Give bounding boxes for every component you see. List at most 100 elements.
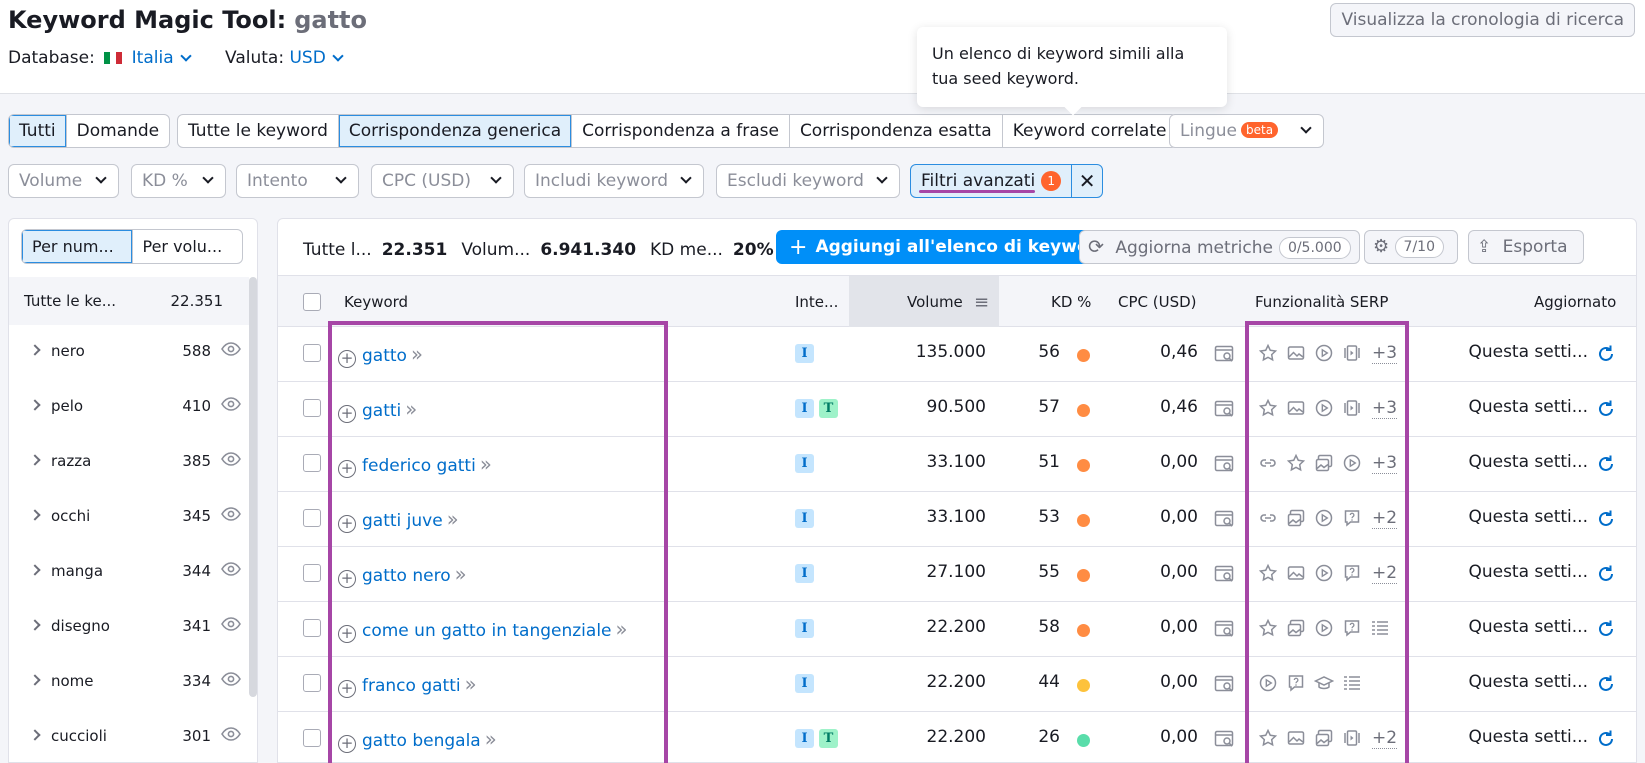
more-features-link[interactable]: +3 xyxy=(1372,453,1398,474)
tab-questions[interactable]: Domande xyxy=(67,115,169,147)
sort-icon[interactable]: ≡ xyxy=(974,292,989,313)
chevron-right-icon[interactable] xyxy=(29,729,41,741)
sidebar-group-item[interactable]: manga 344 xyxy=(9,545,249,600)
serp-preview-icon[interactable] xyxy=(1214,399,1236,419)
columns-settings-button[interactable]: ⚙ 7/10 xyxy=(1364,230,1458,264)
eye-icon[interactable] xyxy=(221,562,241,576)
header-serp-features[interactable]: Funzionalità SERP xyxy=(1255,293,1388,311)
serp-preview-icon[interactable] xyxy=(1214,674,1236,694)
sidebar-group-item[interactable]: nome 334 xyxy=(9,655,249,710)
tab-broad-match[interactable]: Corrispondenza generica xyxy=(338,115,573,147)
serp-preview-icon[interactable] xyxy=(1214,564,1236,584)
sidebar-group-item[interactable]: nero 588 xyxy=(9,325,249,380)
add-circle-icon[interactable]: + xyxy=(338,515,356,533)
add-circle-icon[interactable]: + xyxy=(338,405,356,423)
row-checkbox[interactable] xyxy=(303,344,321,362)
serp-preview-icon[interactable] xyxy=(1214,729,1236,749)
serp-preview-icon[interactable] xyxy=(1214,344,1236,364)
add-circle-icon[interactable]: + xyxy=(338,350,356,368)
chevron-right-icon[interactable] xyxy=(29,564,41,576)
sidebar-group-item[interactable]: occhi 345 xyxy=(9,490,249,545)
keyword-link[interactable]: + gatti ›› xyxy=(338,397,417,423)
chevron-right-icon[interactable] xyxy=(29,454,41,466)
more-features-link[interactable]: +3 xyxy=(1372,398,1398,419)
eye-icon[interactable] xyxy=(221,727,241,741)
tab-all-keywords[interactable]: Tutte le keyword xyxy=(178,115,339,147)
keyword-link[interactable]: + gatti juve ›› xyxy=(338,507,459,533)
currency-select[interactable]: USD xyxy=(289,48,344,68)
keyword-link[interactable]: + federico gatti ›› xyxy=(338,452,492,478)
serp-preview-icon[interactable] xyxy=(1214,619,1236,639)
double-chevron-icon[interactable]: ›› xyxy=(455,562,467,586)
search-history-button[interactable]: Visualizza la cronologia di ricerca xyxy=(1330,3,1635,37)
double-chevron-icon[interactable]: ›› xyxy=(405,397,417,421)
include-keywords-filter[interactable]: Includi keyword xyxy=(524,164,704,198)
more-features-link[interactable]: +2 xyxy=(1372,728,1398,749)
chevron-right-icon[interactable] xyxy=(29,509,41,521)
header-kd[interactable]: KD % xyxy=(1051,293,1091,311)
chevron-right-icon[interactable] xyxy=(29,619,41,631)
double-chevron-icon[interactable]: ›› xyxy=(411,342,423,366)
double-chevron-icon[interactable]: ›› xyxy=(616,617,628,641)
sort-by-number-button[interactable]: Per num... xyxy=(22,230,132,263)
tab-all[interactable]: Tutti xyxy=(9,115,67,147)
add-circle-icon[interactable]: + xyxy=(338,735,356,753)
refresh-icon[interactable] xyxy=(1596,509,1616,529)
keyword-link[interactable]: + gatto bengala ›› xyxy=(338,727,497,753)
database-select[interactable]: Italia xyxy=(132,48,192,68)
header-cpc[interactable]: CPC (USD) xyxy=(1118,293,1197,311)
row-checkbox[interactable] xyxy=(303,729,321,747)
sidebar-group-item[interactable]: pelo 410 xyxy=(9,380,249,435)
refresh-metrics-button[interactable]: ⟳ Aggiorna metriche 0/5.000 xyxy=(1079,230,1360,264)
eye-icon[interactable] xyxy=(221,617,241,631)
double-chevron-icon[interactable]: ›› xyxy=(485,727,497,751)
languages-dropdown[interactable]: Lingue beta xyxy=(1169,114,1324,148)
sidebar-group-item[interactable]: razza 385 xyxy=(9,435,249,490)
exclude-keywords-filter[interactable]: Escludi keyword xyxy=(716,164,900,198)
eye-icon[interactable] xyxy=(221,342,241,356)
sidebar-group-item[interactable]: disegno 341 xyxy=(9,600,249,655)
cpc-filter[interactable]: CPC (USD) xyxy=(371,164,514,198)
add-circle-icon[interactable]: + xyxy=(338,680,356,698)
refresh-icon[interactable] xyxy=(1596,454,1616,474)
select-all-checkbox[interactable] xyxy=(303,293,321,311)
more-features-link[interactable]: +2 xyxy=(1372,563,1398,584)
header-volume[interactable]: Volume xyxy=(907,293,963,311)
tab-exact-match[interactable]: Corrispondenza esatta xyxy=(790,115,1003,147)
kd-filter[interactable]: KD % xyxy=(131,164,226,198)
sidebar-scrollbar[interactable] xyxy=(249,277,257,697)
more-features-link[interactable]: +2 xyxy=(1372,508,1398,529)
double-chevron-icon[interactable]: ›› xyxy=(465,672,477,696)
double-chevron-icon[interactable]: ›› xyxy=(480,452,492,476)
header-updated[interactable]: Aggiornato xyxy=(1534,293,1616,311)
row-checkbox[interactable] xyxy=(303,509,321,527)
add-circle-icon[interactable]: + xyxy=(338,625,356,643)
double-chevron-icon[interactable]: ›› xyxy=(447,507,459,531)
chevron-right-icon[interactable] xyxy=(29,399,41,411)
keyword-link[interactable]: + gatto nero ›› xyxy=(338,562,467,588)
refresh-icon[interactable] xyxy=(1596,344,1616,364)
tab-related[interactable]: Keyword correlate xyxy=(1003,115,1177,147)
more-features-link[interactable]: +3 xyxy=(1372,343,1398,364)
sort-by-volume-button[interactable]: Per volu... xyxy=(131,230,243,263)
chevron-right-icon[interactable] xyxy=(29,344,41,356)
eye-icon[interactable] xyxy=(221,397,241,411)
row-checkbox[interactable] xyxy=(303,674,321,692)
add-circle-icon[interactable]: + xyxy=(338,570,356,588)
row-checkbox[interactable] xyxy=(303,399,321,417)
refresh-icon[interactable] xyxy=(1596,399,1616,419)
add-to-keyword-list-button[interactable]: + Aggiungi all'elenco di keyword xyxy=(776,230,1123,264)
close-icon[interactable]: ✕ xyxy=(1072,165,1102,197)
sidebar-all-keywords[interactable]: Tutte le ke... 22.351 xyxy=(9,277,249,325)
header-keyword[interactable]: Keyword xyxy=(344,293,408,311)
advanced-filters-button[interactable]: Filtri avanzati 1 xyxy=(911,165,1073,197)
header-intent[interactable]: Inte... xyxy=(795,293,838,311)
chevron-right-icon[interactable] xyxy=(29,674,41,686)
keyword-link[interactable]: + come un gatto in tangenziale ›› xyxy=(338,617,628,643)
intent-filter[interactable]: Intento xyxy=(236,164,359,198)
row-checkbox[interactable] xyxy=(303,564,321,582)
sidebar-group-item[interactable]: cuccioli 301 xyxy=(9,710,249,762)
row-checkbox[interactable] xyxy=(303,619,321,637)
export-button[interactable]: ⇪ Esporta xyxy=(1468,230,1584,264)
tab-phrase-match[interactable]: Corrispondenza a frase xyxy=(572,115,790,147)
